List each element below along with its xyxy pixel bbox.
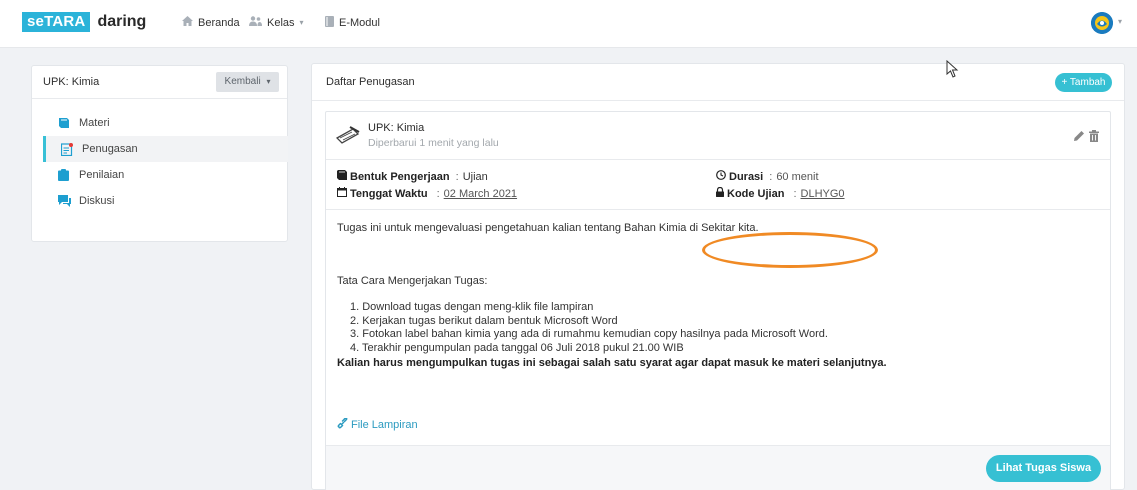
brand-logo[interactable]: seTARA daring [22,11,146,33]
card-footer: Lihat Tugas Siswa [326,445,1110,490]
task-updated: Diperbarui 1 menit yang lalu [368,137,499,149]
users-icon [249,16,262,29]
card-actions [1073,130,1099,145]
attachment-link[interactable]: File Lampiran [337,417,418,432]
add-assignment-button[interactable]: + Tambah [1055,73,1112,92]
meta-deadline: Tenggat Waktu : 02 March 2021 [337,187,517,200]
duration-label: Durasi [729,170,764,183]
assignment-panel: Daftar Penugasan + Tambah UPK: Kimia Dip… [311,63,1125,490]
brand-setara: seTARA [22,12,91,32]
sidebar-title: UPK: Kimia [43,76,100,88]
chevron-down-icon: ▾ [266,77,271,86]
user-avatar[interactable] [1091,12,1113,34]
sidebar-item-penugasan[interactable]: Penugasan [43,136,288,162]
nav-kelas[interactable]: Kelas ▾ [249,16,304,29]
highlight-oval [702,232,878,268]
steps-list: 1. Download tugas dengan meng-klik file … [350,301,828,355]
back-button-label: Kembali [224,76,261,87]
list-item: 3. Fotokan label bahan kimia yang ada di… [350,328,828,341]
edit-icon[interactable] [1073,130,1085,145]
form-label: Bentuk Pengerjaan [350,170,450,183]
back-button[interactable]: Kembali ▾ [216,72,279,92]
exam-code-value: DLHYG0 [800,187,845,200]
brand-daring: daring [97,13,147,30]
divider [326,209,1110,210]
sidebar-item-label: Penilaian [79,169,125,181]
mouse-cursor-icon [946,59,960,81]
sidebar-item-label: Materi [79,117,110,129]
sidebar-item-penilaian[interactable]: Penilaian [32,162,289,188]
home-icon [182,16,193,29]
list-item: 2. Kerjakan tugas berikut dalam bentuk M… [350,314,618,327]
meta-code: Kode Ujian : DLHYG0 [716,186,845,200]
sidebar-menu: Materi Penugasan Penilaian Diskusi [32,110,289,214]
chevron-down-icon: ▾ [299,18,304,27]
deadline-value: 02 March 2021 [443,187,518,200]
nav-emodul[interactable]: E-Modul [325,16,380,30]
steps-title: Tata Cara Mengerjakan Tugas: [337,275,488,287]
sidebar-item-diskusi[interactable]: Diskusi [32,188,289,214]
assignment-icon [60,143,73,157]
book-icon [58,117,70,129]
page-title: Daftar Penugasan [326,76,415,88]
calendar-icon [337,187,347,200]
sidebar-item-materi[interactable]: Materi [32,110,289,136]
divider [312,100,1124,101]
user-menu-chevron-icon[interactable]: ▾ [1118,17,1122,26]
top-navbar: seTARA daring Beranda Kelas ▾ E-Modul ▾ [0,0,1137,48]
code-label: Kode Ujian [727,187,785,200]
grade-icon [58,169,70,181]
pen-paper-icon [335,126,360,147]
list-item: 1. Download tugas dengan meng-klik file … [350,301,594,313]
task-name: UPK: Kimia [368,122,425,134]
paperclip-icon [337,417,348,432]
card-header: UPK: Kimia Diperbarui 1 menit yang lalu [326,112,1110,160]
chat-icon [58,195,71,207]
lock-icon [716,186,724,200]
sidebar-item-label: Diskusi [79,195,115,207]
book-icon [325,16,334,30]
view-student-tasks-button[interactable]: Lihat Tugas Siswa [986,455,1101,482]
attachment-label: File Lampiran [351,419,418,431]
nav-beranda-label: Beranda [198,16,240,29]
form-value: Ujian [462,170,488,183]
clock-icon [716,170,726,183]
sidebar-panel: UPK: Kimia Kembali ▾ Materi Penugasan Pe… [31,65,288,242]
meta-duration: Durasi : 60 menit [716,170,819,183]
task-note: Kalian harus mengumpulkan tugas ini seba… [337,357,887,369]
book-icon [337,170,347,183]
nav-beranda[interactable]: Beranda [182,16,240,29]
sidebar-item-label: Penugasan [82,143,138,155]
duration-value: 60 menit [776,170,819,183]
list-item: 4. Terakhir pengumpulan pada tanggal 06 … [350,341,684,354]
deadline-label: Tenggat Waktu [350,187,428,200]
sidebar-header: UPK: Kimia Kembali ▾ [32,66,287,99]
trash-icon[interactable] [1089,130,1099,145]
nav-kelas-label: Kelas [267,16,295,29]
meta-form: Bentuk Pengerjaan : Ujian [337,170,488,183]
task-description: Tugas ini untuk mengevaluasi pengetahuan… [337,222,759,234]
nav-emodul-label: E-Modul [339,17,380,29]
assignment-card: UPK: Kimia Diperbarui 1 menit yang lalu … [325,111,1111,490]
